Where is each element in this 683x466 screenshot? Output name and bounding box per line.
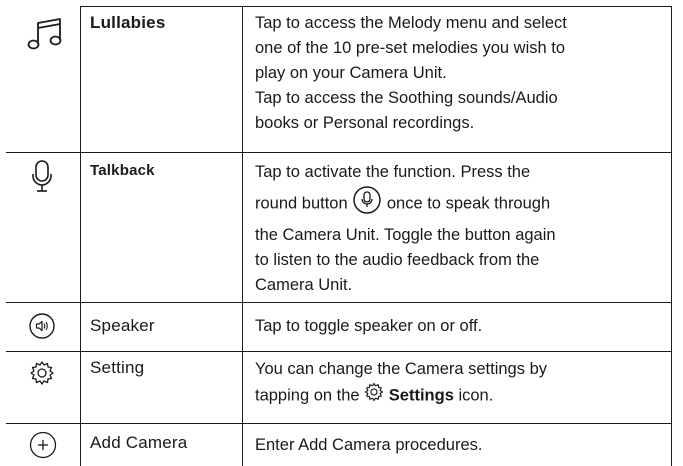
microphone-icon [32,160,52,196]
description-line: to listen to the audio feedback from the [255,251,540,269]
description-text: round button [255,194,348,213]
row-divider [80,6,672,7]
settings-label: Settings [388,386,454,405]
description-text: tapping on the [255,386,360,405]
speaker-icon [29,313,55,339]
description-line: books or Personal recordings. [255,114,475,132]
description-line: Camera Unit. [255,276,353,294]
feature-name: Setting [90,358,145,377]
description-line: Enter Add Camera procedures. [255,436,483,454]
column-divider [80,6,81,466]
feature-description: Tap to activate the function. Press the … [255,160,673,298]
feature-description: Tap to toggle speaker on or off. [255,314,673,339]
feature-name: Speaker [90,316,155,335]
gear-icon [29,360,55,386]
description-line: tapping on the Settings icon. [255,382,673,410]
description-line: round button once to speak through [255,185,673,223]
description-line: Tap to access the Soothing sounds/Audio [255,89,558,107]
plus-circle-icon [29,431,57,459]
description-line: Tap to toggle speaker on or off. [255,317,483,335]
round-microphone-button-icon [352,185,382,223]
row-divider [6,152,672,153]
description-line: You can change the Camera settings by [255,360,547,378]
row-divider [6,302,672,303]
column-divider [242,6,243,466]
row-divider [6,423,672,424]
description-line: the Camera Unit. Toggle the button again [255,226,556,244]
description-line: Tap to activate the function. Press the [255,163,531,181]
feature-table: Lullabies Tap to access the Melody menu … [0,0,683,466]
row-divider [6,351,672,352]
feature-name: Lullabies [90,13,166,32]
description-line: one of the 10 pre-set melodies you wish … [255,39,566,57]
feature-name: Talkback [90,162,155,179]
gear-icon [364,382,384,410]
description-text: icon. [458,386,494,405]
music-note-icon [26,16,66,52]
feature-description: You can change the Camera settings by ta… [255,357,673,410]
description-line: Tap to access the Melody menu and select [255,14,567,32]
feature-description: Enter Add Camera procedures. [255,433,673,458]
description-line: play on your Camera Unit. [255,64,447,82]
feature-description: Tap to access the Melody menu and select… [255,11,673,136]
feature-name: Add Camera [90,433,188,452]
description-text: once to speak through [386,194,551,213]
